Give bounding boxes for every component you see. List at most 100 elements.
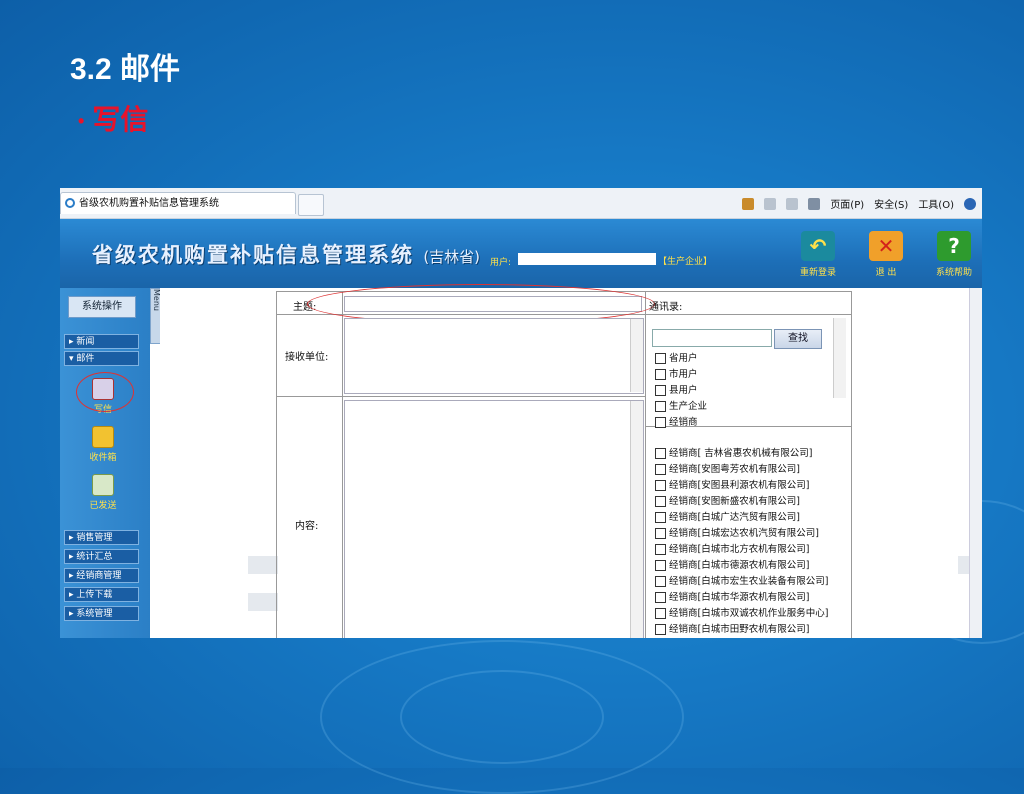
checkbox[interactable]	[655, 448, 666, 459]
page-scrollbar[interactable]	[969, 288, 982, 638]
checkbox[interactable]	[655, 512, 666, 523]
address-book-scrollbar[interactable]	[833, 318, 846, 398]
dealer-checkbox[interactable]: 经销商[白城市宏生农业装备有限公司]	[655, 575, 828, 589]
checkbox[interactable]	[655, 592, 666, 603]
help-icon[interactable]	[964, 197, 976, 210]
browser-tab[interactable]: 省级农机购置补贴信息管理系统	[60, 192, 296, 214]
safety-menu[interactable]: 安全(S)	[874, 196, 908, 211]
mail-icon[interactable]	[786, 197, 799, 210]
page-menu[interactable]: 页面(P)	[830, 196, 864, 211]
app-header: 省级农机购置补贴信息管理系统 (吉林省) 用户: 【生产企业】 ↶ 重新登录 ✕…	[60, 219, 982, 289]
browser-toolbar: 省级农机购置补贴信息管理系统 页面(P) 安全(S) 工具(O)	[60, 188, 982, 219]
sidebar-item-system[interactable]: ▸ 系统管理	[64, 606, 139, 621]
checkbox[interactable]	[655, 528, 666, 539]
group-label: 县用户	[669, 385, 698, 396]
dealer-checkbox[interactable]: 经销商[白城市双诚农机作业服务中心]	[655, 607, 828, 621]
relogin-button[interactable]: ↶ 重新登录	[790, 231, 846, 278]
sidebar-label: 系统管理	[76, 609, 113, 619]
print-icon[interactable]	[808, 197, 821, 210]
tools-menu[interactable]: 工具(O)	[918, 196, 954, 211]
checkbox[interactable]	[655, 560, 666, 571]
app-province: (吉林省)	[423, 248, 481, 266]
checkbox[interactable]	[655, 608, 666, 619]
address-book-label: 通讯录:	[649, 302, 683, 313]
checkbox[interactable]	[655, 544, 666, 555]
relogin-label: 重新登录	[799, 268, 836, 278]
bullet-text: 写信	[92, 104, 149, 135]
dealer-checkbox[interactable]: 经销商[安图粤芳农机有限公司]	[655, 463, 800, 477]
feeds-icon[interactable]	[764, 197, 777, 210]
user-role: 【生产企业】	[658, 257, 713, 267]
dealer-checkbox[interactable]: 经销商[白城市北方农机有限公司]	[655, 543, 809, 557]
checkbox[interactable]	[655, 385, 666, 396]
home-icon[interactable]	[742, 197, 755, 210]
content-scrollbar[interactable]	[630, 401, 643, 638]
left-strip	[248, 556, 278, 574]
sidebar-label: 统计汇总	[76, 552, 113, 562]
user-name-box	[518, 253, 656, 265]
sent-action[interactable]: 已发送	[80, 474, 126, 511]
user-label: 用户:	[490, 258, 512, 268]
checkbox[interactable]	[655, 369, 666, 380]
checkbox[interactable]	[655, 576, 666, 587]
inbox-action[interactable]: 收件箱	[80, 426, 126, 463]
dealer-checkbox[interactable]: 经销商[白城市德源农机有限公司]	[655, 559, 809, 573]
dealer-checkbox[interactable]: 经销商[白城市华源农机有限公司]	[655, 591, 809, 605]
relogin-icon: ↶	[801, 231, 835, 261]
exit-button[interactable]: ✕ 退 出	[858, 231, 914, 278]
group-checkbox[interactable]: 市用户	[655, 368, 698, 382]
group-label: 市用户	[669, 369, 698, 380]
sidebar-label: 邮件	[76, 354, 95, 364]
dealer-label: 经销商[安图新盛农机有限公司]	[669, 496, 800, 507]
slide-title: 3.2 邮件	[70, 53, 181, 86]
group-label: 省用户	[669, 353, 698, 364]
checkbox[interactable]	[655, 464, 666, 475]
group-checkbox[interactable]: 省用户	[655, 352, 698, 366]
recipient-textarea[interactable]	[344, 318, 644, 394]
dealer-checkbox[interactable]: 经销商[白城广达汽贸有限公司]	[655, 511, 800, 525]
inbox-label: 收件箱	[89, 453, 117, 463]
checkbox[interactable]	[655, 624, 666, 635]
recipient-scrollbar[interactable]	[630, 319, 643, 392]
sidebar-label: 销售管理	[76, 533, 113, 543]
exit-icon: ✕	[869, 231, 903, 261]
group-checkbox[interactable]: 生产企业	[655, 400, 707, 414]
dealer-checkbox[interactable]: 经销商[安图新盛农机有限公司]	[655, 495, 800, 509]
address-search-input[interactable]	[652, 329, 772, 347]
new-tab-button[interactable]	[298, 194, 324, 216]
sidebar-item-news[interactable]: ▸ 新闻	[64, 334, 139, 349]
checkbox[interactable]	[655, 353, 666, 364]
sidebar-item-upload[interactable]: ▸ 上传下载	[64, 587, 139, 602]
dealer-label: 经销商[白城市德源农机有限公司]	[669, 560, 810, 571]
dealer-checkbox[interactable]: 经销商[白城市田野农机有限公司]	[655, 623, 809, 637]
ie-icon	[65, 198, 75, 208]
row-divider	[645, 314, 851, 315]
system-ops-button[interactable]: 系统操作	[68, 296, 136, 318]
dealer-checkbox[interactable]: 经销商[安图县利源农机有限公司]	[655, 479, 809, 493]
sidebar-item-sales[interactable]: ▸ 销售管理	[64, 530, 139, 545]
group-checkbox[interactable]: 县用户	[655, 384, 698, 398]
sidebar-item-dealers[interactable]: ▸ 经销商管理	[64, 568, 139, 583]
sidebar-item-stats[interactable]: ▸ 统计汇总	[64, 549, 139, 564]
dealer-label: 经销商[白城市华源农机有限公司]	[669, 592, 810, 603]
sidebar-item-mail[interactable]: ▾ 邮件	[64, 351, 139, 366]
help-icon: ?	[937, 231, 971, 261]
bullet-dot: •	[78, 111, 85, 132]
col-divider	[645, 292, 646, 638]
highlight-circle	[76, 372, 134, 412]
checkbox[interactable]	[655, 401, 666, 412]
dealer-label: 经销商[安图粤芳农机有限公司]	[669, 464, 800, 475]
help-button[interactable]: ? 系统帮助	[926, 231, 982, 278]
group-label: 生产企业	[669, 401, 708, 412]
content-textarea[interactable]	[344, 400, 644, 638]
checkbox[interactable]	[655, 480, 666, 491]
group-checkbox[interactable]: 经销商	[655, 416, 698, 430]
checkbox[interactable]	[655, 496, 666, 507]
inbox-icon	[92, 426, 114, 448]
browser-tools: 页面(P) 安全(S) 工具(O)	[742, 196, 976, 211]
search-button[interactable]: 查找	[774, 329, 822, 349]
checkbox[interactable]	[655, 417, 666, 428]
dealer-label: 经销商[白城宏达农机汽贸有限公司]	[669, 528, 819, 539]
dealer-checkbox[interactable]: 经销商[ 吉林省惠农机械有限公司]	[655, 447, 812, 461]
dealer-checkbox[interactable]: 经销商[白城宏达农机汽贸有限公司]	[655, 527, 819, 541]
